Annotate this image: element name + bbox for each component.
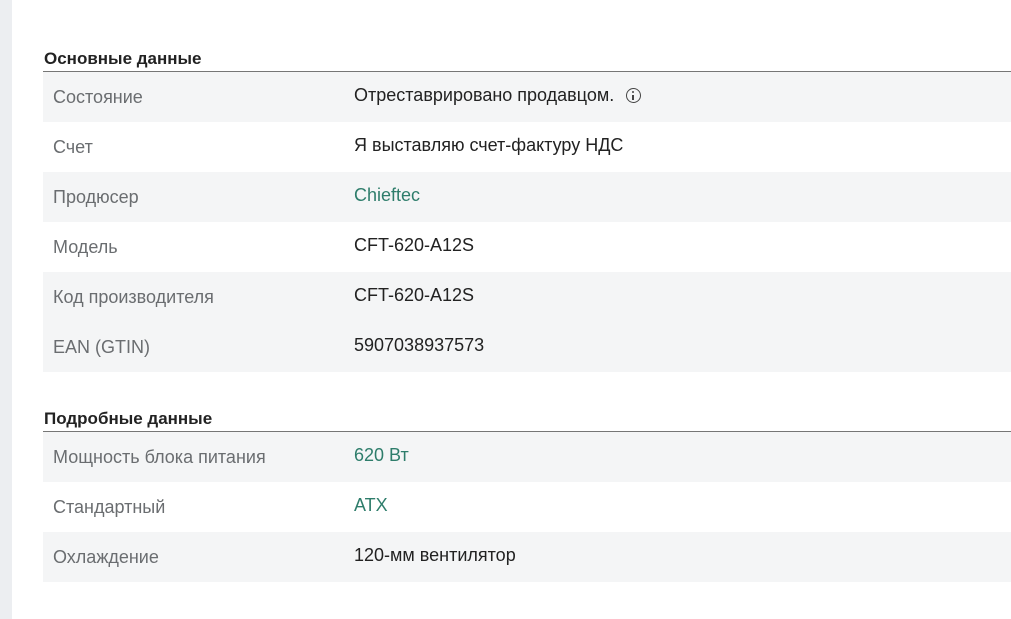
param-row-ean: EAN (GTIN) 5907038937573 bbox=[43, 322, 1011, 372]
section-detailed-data: Подробные данные Мощность блока питания … bbox=[43, 406, 1011, 582]
param-label: Охлаждение bbox=[53, 547, 159, 567]
param-label: Состояние bbox=[53, 87, 143, 107]
params-table-detailed: Мощность блока питания 620 Вт Стандартны… bbox=[43, 432, 1011, 582]
param-row-manufacturer-code: Код производителя CFT-620-A12S bbox=[43, 272, 1011, 322]
param-value-text: Отреставрировано продавцом. bbox=[354, 85, 615, 105]
param-label: EAN (GTIN) bbox=[53, 337, 150, 357]
param-value: 5907038937573 bbox=[354, 335, 485, 355]
producer-link[interactable]: Chieftec bbox=[343, 172, 420, 206]
power-link[interactable]: 620 Вт bbox=[343, 432, 409, 466]
section-basic-data: Основные данные Состояние Отреставрирова… bbox=[43, 46, 1011, 372]
param-label: Код производителя bbox=[53, 287, 214, 307]
param-row-producer: Продюсер Chieftec bbox=[43, 172, 1011, 222]
section-title-detailed: Подробные данные bbox=[43, 406, 1011, 432]
param-value: Отреставрировано продавцом. bbox=[343, 72, 642, 106]
param-label: Модель bbox=[53, 237, 118, 257]
param-value: Я выставляю счет-фактуру НДС bbox=[354, 135, 624, 155]
param-label: Счет bbox=[53, 137, 93, 157]
param-row-power: Мощность блока питания 620 Вт bbox=[43, 432, 1011, 482]
param-value: CFT-620-A12S bbox=[354, 235, 475, 255]
param-value: CFT-620-A12S bbox=[354, 285, 475, 305]
param-row-cooling: Охлаждение 120-мм вентилятор bbox=[43, 532, 1011, 582]
standard-link[interactable]: ATX bbox=[343, 482, 388, 516]
section-title-basic: Основные данные bbox=[43, 46, 1011, 72]
param-label: Мощность блока питания bbox=[53, 447, 266, 467]
param-label: Стандартный bbox=[53, 497, 166, 517]
param-row-condition: Состояние Отреставрировано продавцом. bbox=[43, 72, 1011, 122]
param-row-invoice: Счет Я выставляю счет-фактуру НДС bbox=[43, 122, 1011, 172]
info-circle-icon[interactable] bbox=[626, 88, 642, 103]
param-value: 120-мм вентилятор bbox=[354, 545, 516, 565]
param-label: Продюсер bbox=[53, 187, 139, 207]
left-sidebar-rail bbox=[0, 0, 12, 619]
params-table-basic: Состояние Отреставрировано продавцом. Сч… bbox=[43, 72, 1011, 372]
param-row-standard: Стандартный ATX bbox=[43, 482, 1011, 532]
param-row-model: Модель CFT-620-A12S bbox=[43, 222, 1011, 272]
